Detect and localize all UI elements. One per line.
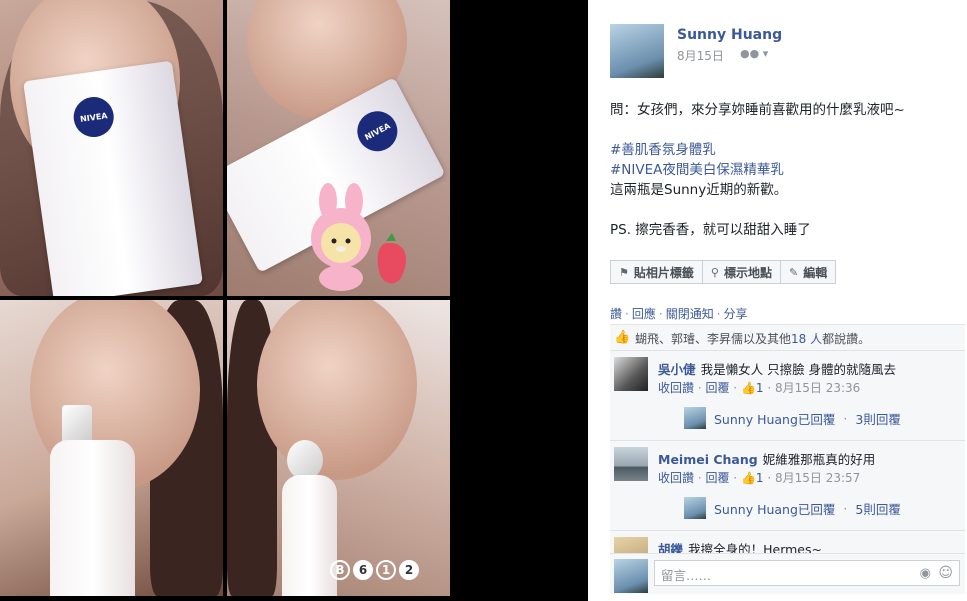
reply-summary[interactable]: Sunny Huang已回覆 · 5則回覆 [684,497,901,519]
photo-action-buttons: ⚑ 貼相片標籤 ⚲ 標示地點 ✎ 編輯 [610,260,837,284]
comment-item: 胡鑠 我擦全身的！Hermes~ [610,530,965,554]
commenter-name[interactable]: 吳小倢 [658,362,696,377]
comment-line: Meimei Chang 妮維雅那瓶真的好用 [658,449,875,468]
reply-summary[interactable]: Sunny Huang已回覆 · 3則回覆 [684,407,901,429]
separator: · [843,410,848,426]
pencil-icon: ✎ [788,265,799,279]
post-line: 這兩瓶是Sunny近期的新歡。 [610,182,788,198]
commenter-avatar[interactable] [614,537,648,554]
emoji-icon[interactable]: ☺ [938,565,953,581]
tag-photo-label: 貼相片標籤 [633,265,694,280]
nivea-logo-icon: NIVEA [71,94,117,140]
photo-counter-badges: B 6 1 2 [330,560,419,580]
post-line: 問：女孩們，來分享妳睡前喜歡用的什麼乳液吧~ [610,102,905,118]
reply-avatar [684,407,706,429]
post-actions: 讚 · 回應 · 關閉通知 · 分享 [610,305,748,322]
comment-item: Meimei Chang 妮維雅那瓶真的好用 收回讚 · 回覆 · 👍1 · 8… [610,440,965,531]
add-location-label: 標示地點 [723,265,772,280]
like-link[interactable]: 讚 [610,307,622,321]
notifications-link[interactable]: 關閉通知 [666,307,714,321]
comment-meta: 收回讚 · 回覆 · 👍1 · 8月15日 23:57 [658,471,861,485]
post-line-gap [610,120,955,140]
reply-count: 3則回覆 [855,411,901,427]
edit-label: 編輯 [803,265,828,280]
photo-panel-bottom-left [0,300,223,596]
likes-summary: 👍 蝴飛、郭璿、李昇儒以及其他 18 人都說讚。 [610,324,965,351]
unlike-link[interactable]: 收回讚 [658,381,694,395]
commenter-avatar[interactable] [614,447,648,481]
reply-author: Sunny Huang已回覆 [714,501,836,517]
face [257,300,417,480]
bunny-sticker-icon [306,183,406,291]
reply-count: 5則回覆 [855,501,901,517]
comment-time[interactable]: 8月15日 23:36 [775,381,860,395]
nivea-logo-icon: NIVEA [350,104,405,159]
comment-like-count[interactable]: 1 [756,381,764,395]
lotion-bottle [50,440,135,596]
thumbs-up-icon: 👍 [740,471,756,485]
comment-meta: 收回讚 · 回覆 · 👍1 · 8月15日 23:36 [658,381,861,395]
reply-avatar [684,497,706,519]
thumbs-up-icon: 👍 [614,330,631,345]
post-sidebar: Sunny Huang 8月15日 ●● ▾ 問：女孩們，來分享妳睡前喜歡用的什… [588,0,967,601]
likes-text-prefix[interactable]: 蝴飛、郭璿、李昇儒以及其他 [635,330,791,347]
thumbs-up-icon: 👍 [740,381,756,395]
reply-link[interactable]: 回覆 [705,471,729,485]
separator: · [843,500,848,516]
location-pin-icon: ⚲ [710,265,719,279]
edit-button[interactable]: ✎ 編輯 [780,260,837,284]
tag-photo-button[interactable]: ⚑ 貼相片標籤 [610,260,703,284]
separator: · [625,307,629,321]
camera-icon[interactable]: ◉ [920,566,931,581]
likes-text-suffix: 都說讚。 [822,331,871,346]
counter-badge: 2 [399,560,419,580]
photo-panel-bottom-right [227,300,450,596]
counter-badge: 6 [353,560,373,580]
reply-link[interactable]: 回覆 [705,381,729,395]
separator: · [716,307,721,321]
comment-text: 妮維雅那瓶真的好用 [762,452,876,467]
comment-composer: 留言…… ◉ ☺ [610,553,965,594]
comment-line: 吳小倢 我是懶女人 只擦臉 身體的就隨風去 [658,359,896,378]
commenter-name[interactable]: Meimei Chang [658,452,758,467]
comment-time[interactable]: 8月15日 23:57 [775,471,860,485]
post-date[interactable]: 8月15日 [677,47,724,64]
author-name[interactable]: Sunny Huang [677,27,782,43]
nivea-tube: NIVEA [23,60,203,296]
tag-icon: ⚑ [619,265,629,279]
comment-line: 胡鑠 我擦全身的！Hermes~ [658,539,822,554]
comment-item: 吳小倢 我是懶女人 只擦臉 身體的就隨風去 收回讚 · 回覆 · 👍1 · 8月… [610,350,965,441]
author-avatar[interactable] [610,24,664,78]
photo-viewer: NIVEA NIVEA B 6 1 2 [0,0,588,601]
reply-author: Sunny Huang已回覆 [714,411,836,427]
commenter-avatar[interactable] [614,357,648,391]
likes-count[interactable]: 18 人 [791,330,822,347]
lotion-bottle [282,475,337,596]
bottle-cap [62,405,92,445]
unlike-link[interactable]: 收回讚 [658,471,694,485]
counter-badge: 1 [376,560,396,580]
share-link[interactable]: 分享 [724,307,748,321]
post-line-gap [610,200,955,220]
photo-panel-top-left: NIVEA [0,0,223,296]
comment-link[interactable]: 回應 [632,307,656,321]
friends-icon[interactable]: ●● ▾ [740,47,768,60]
post-body: 問：女孩們，來分享妳睡前喜歡用的什麼乳液吧~ #善肌香氛身體乳 #NIVEA夜間… [610,100,955,240]
comment-text: 我是懶女人 只擦臉 身體的就隨風去 [700,362,897,377]
hashtag-link[interactable]: #善肌香氛身體乳 [610,140,955,160]
current-user-avatar [614,559,648,593]
post-line: PS. 擦完香香，就可以甜甜入睡了 [610,222,811,238]
comment-like-count[interactable]: 1 [756,471,764,485]
separator: · [658,307,663,321]
hashtag-link[interactable]: #NIVEA夜間美白保濕精華乳 [610,160,955,180]
comment-input[interactable]: 留言…… [654,560,960,586]
add-location-button[interactable]: ⚲ 標示地點 [702,260,781,284]
bottle-cap [287,440,323,480]
counter-badge: B [330,560,350,580]
